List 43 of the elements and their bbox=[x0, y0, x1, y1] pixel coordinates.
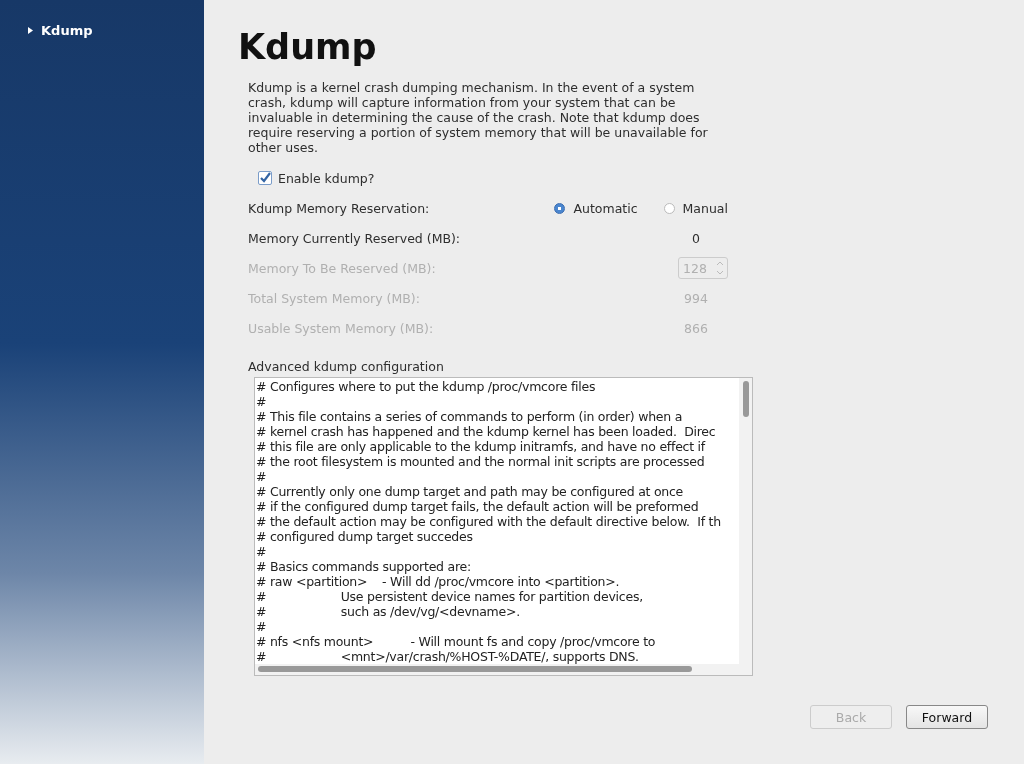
config-line: # bbox=[256, 394, 267, 409]
config-line: # nfs <nfs mount> - Will mount fs and copy /proc/vmcore to bbox=[256, 634, 656, 649]
config-line: # Configures where to put the kdump /proc/vmcore files bbox=[256, 379, 596, 394]
reservation-label: Kdump Memory Reservation: bbox=[248, 200, 430, 216]
triangle-icon bbox=[28, 27, 33, 34]
memory-label: Usable System Memory (MB): bbox=[248, 320, 434, 336]
config-line: # <mnt>/var/crash/%HOST-%DATE/, supports DNS. bbox=[256, 649, 639, 664]
radio-button[interactable] bbox=[554, 202, 566, 214]
reservation-radio[interactable]: Automatic bbox=[554, 200, 638, 216]
config-text-area[interactable] bbox=[254, 377, 753, 676]
memory-value: 994 bbox=[683, 290, 709, 306]
config-line: # kernel crash has happened and the kdump kernel has been loaded. Direc bbox=[256, 424, 716, 439]
advanced-config-label: Advanced kdump configuration bbox=[248, 359, 445, 376]
memory-label: Memory Currently Reserved (MB): bbox=[248, 230, 461, 246]
sidebar-item[interactable]: Kdump bbox=[0, 23, 204, 38]
config-line: # such as /dev/vg/<devname>. bbox=[256, 604, 520, 619]
radio-button[interactable] bbox=[663, 202, 675, 214]
memory-label: Memory To Be Reserved (MB): bbox=[248, 260, 436, 276]
description-text: Kdump is a kernel crash dumping mechanism. In the event of a system crash, kdump will capture information from your system that can be invaluable in determining the cause of the crash. Note that kdump does require reserving a portion of system memory that will be unavailable for other uses. bbox=[248, 80, 709, 155]
config-line: # the default action may be configured with the default directive below. If th bbox=[256, 514, 721, 529]
memory-value: 866 bbox=[683, 320, 709, 336]
config-line: # bbox=[256, 469, 267, 484]
config-line: # Basics commands supported are: bbox=[256, 559, 471, 574]
nav-button[interactable]: Forward bbox=[906, 705, 988, 729]
config-line: # this file are only applicable to the kdump initramfs, and have no effect if bbox=[256, 439, 705, 454]
page-title: Kdump bbox=[238, 26, 378, 68]
config-line: # raw <partition> - Will dd /proc/vmcore into <partition>. bbox=[256, 574, 620, 589]
vertical-scrollbar[interactable] bbox=[739, 378, 752, 675]
horizontal-scrollbar[interactable] bbox=[255, 664, 739, 675]
config-line: # bbox=[256, 619, 267, 634]
config-line: # Currently only one dump target and path may be configured at once bbox=[256, 484, 684, 499]
enable-kdump-checkbox[interactable]: Enable kdump? bbox=[258, 167, 375, 189]
config-line: # the root filesystem is mounted and the normal init scripts are processed bbox=[256, 454, 705, 469]
memory-value: 0 bbox=[691, 230, 701, 246]
memory-label: Total System Memory (MB): bbox=[248, 290, 420, 306]
config-line: # if the configured dump target fails, the default action will be preformed bbox=[256, 499, 699, 514]
config-line: # Use persistent device names for partition devices, bbox=[256, 589, 643, 604]
spin-arrows-icon bbox=[716, 259, 724, 277]
config-line: # This file contains a series of commands to perform (in order) when a bbox=[256, 409, 683, 424]
config-line: # bbox=[256, 544, 267, 559]
checkbox[interactable] bbox=[258, 171, 272, 185]
reservation-radio[interactable]: Manual bbox=[663, 200, 728, 216]
config-line: # configured dump target succedes bbox=[256, 529, 473, 544]
